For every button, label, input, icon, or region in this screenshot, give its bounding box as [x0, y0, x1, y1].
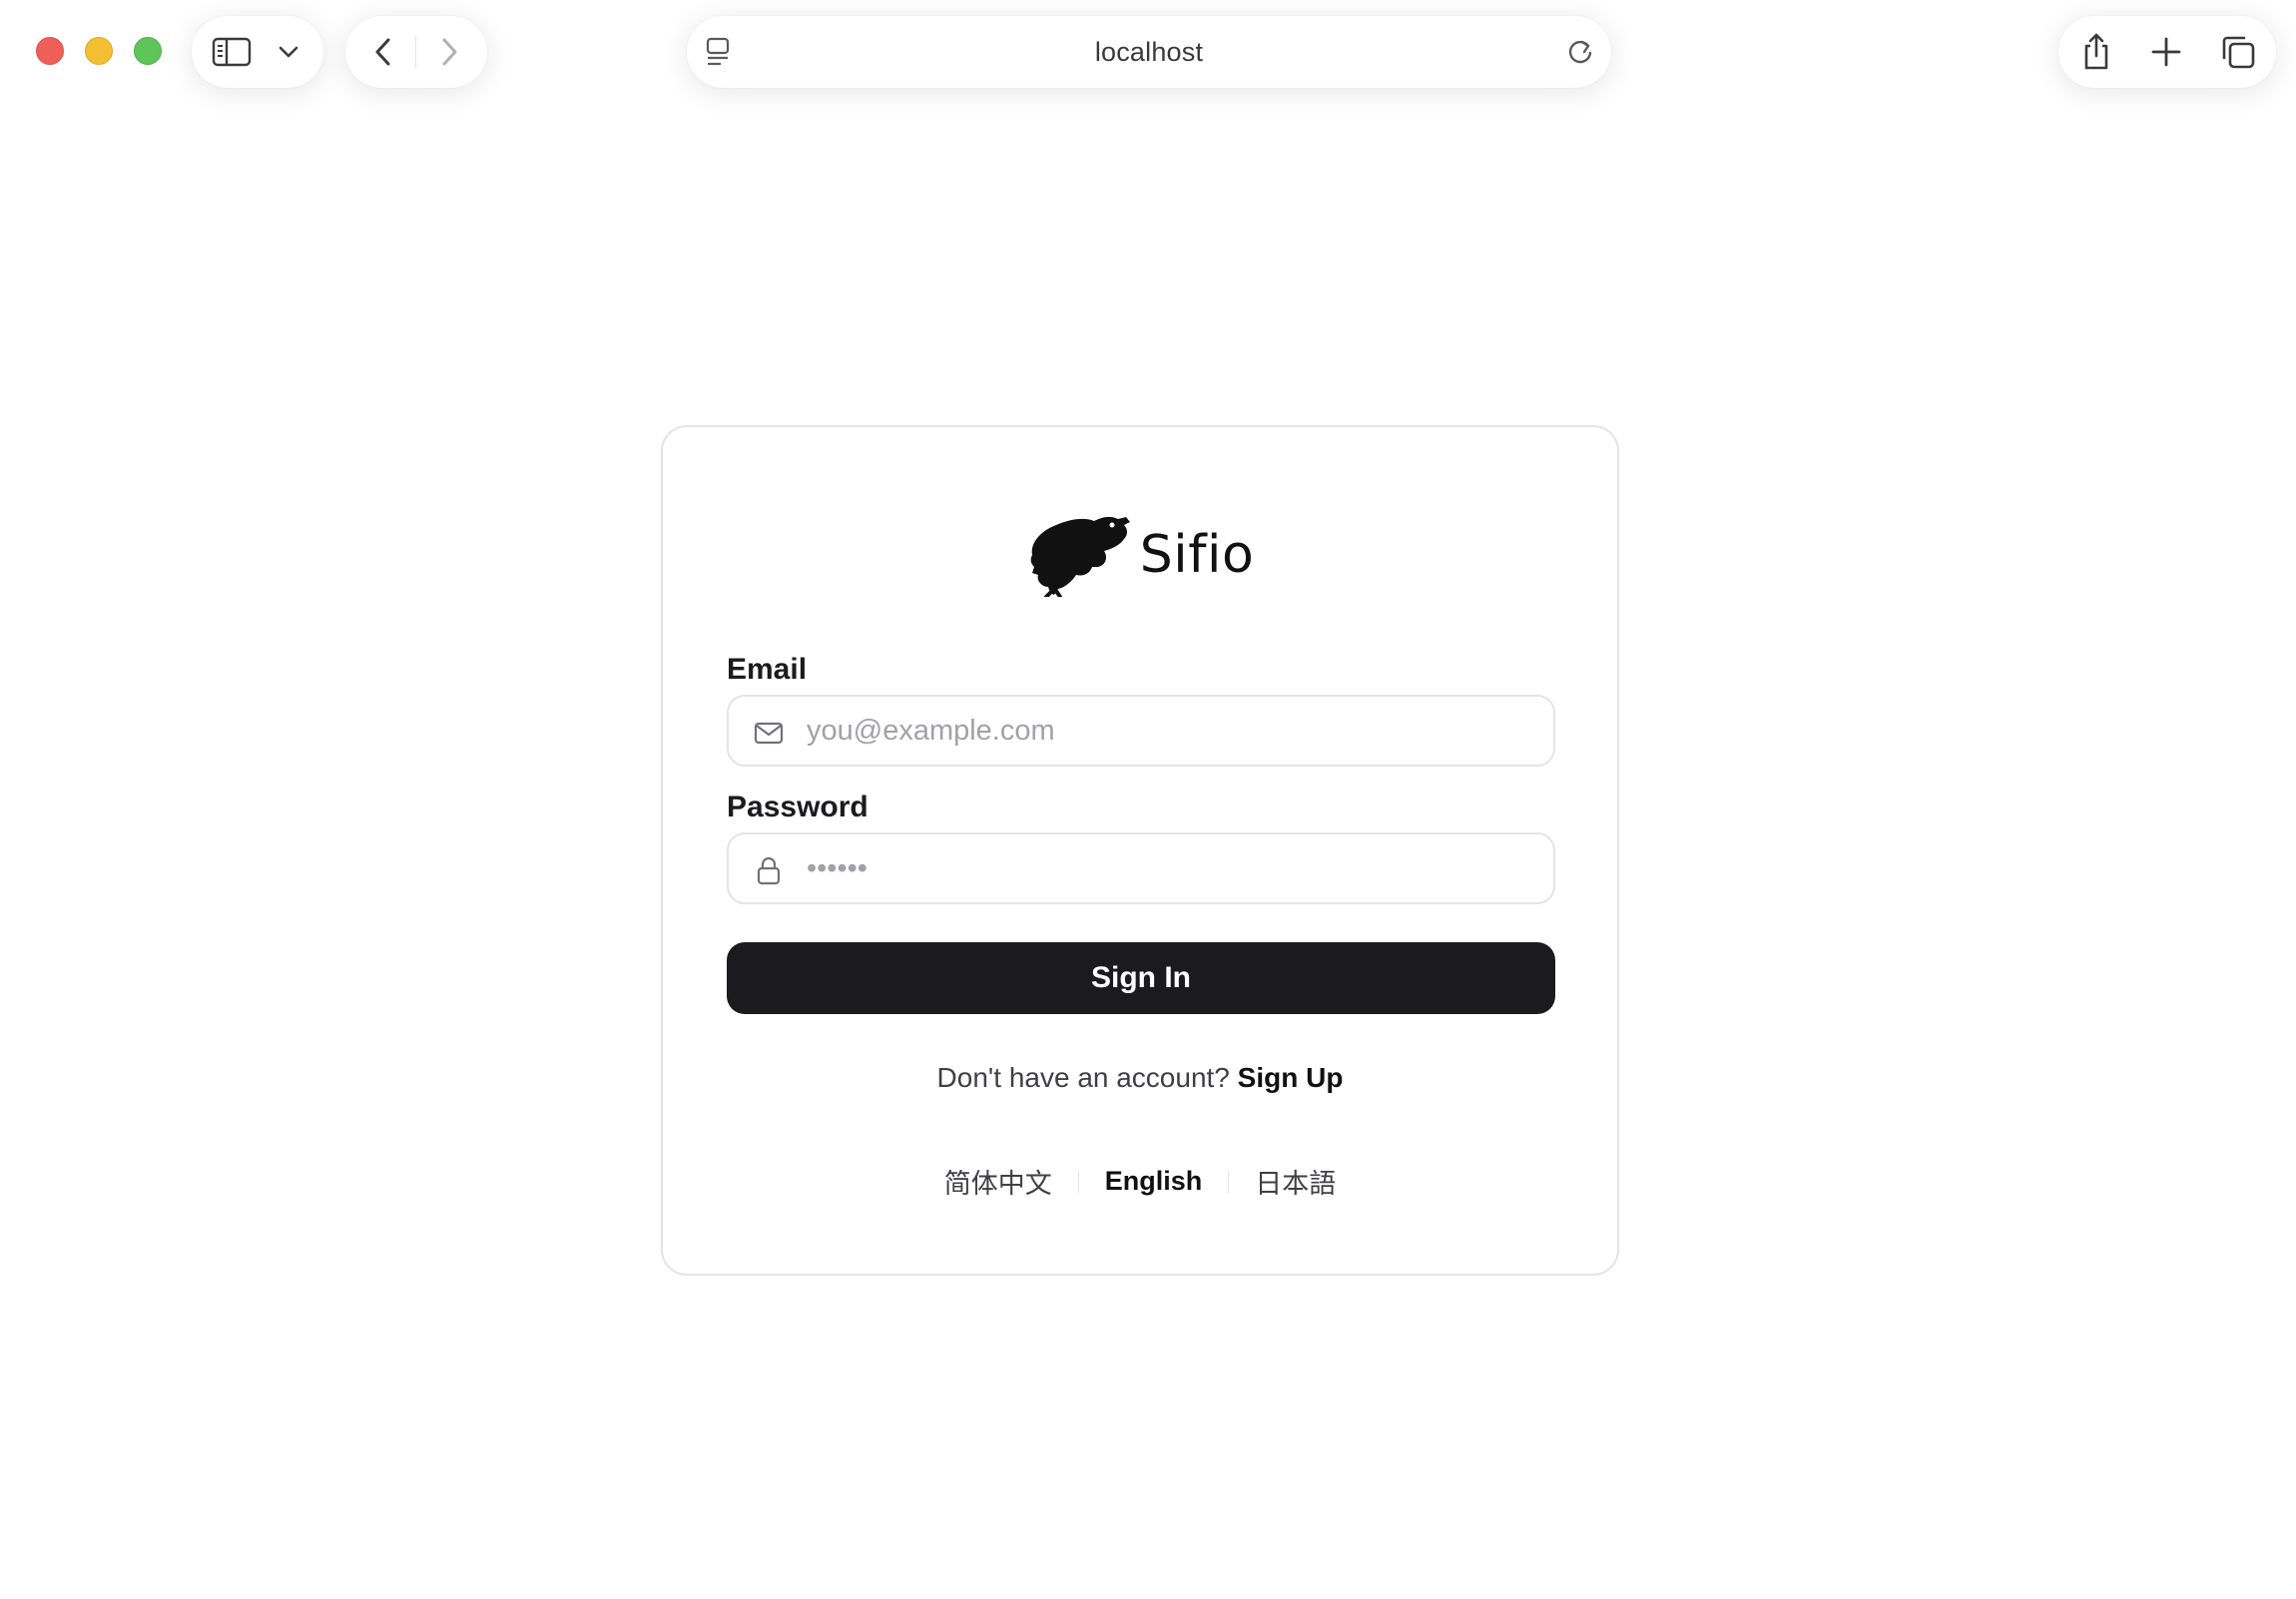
- email-label: Email: [727, 653, 808, 686]
- navigation-group: [345, 16, 487, 88]
- mail-icon: [753, 717, 785, 749]
- password-label: Password: [727, 791, 868, 823]
- lock-icon: [753, 854, 785, 886]
- signup-prompt-text: Don't have an account?: [936, 1062, 1230, 1093]
- login-card: Sifio Email Password Sign In Don't have …: [661, 425, 1619, 1276]
- chevron-down-icon[interactable]: [274, 38, 303, 66]
- password-input[interactable]: [807, 834, 1533, 902]
- window-maximize-button[interactable]: [134, 37, 162, 65]
- language-option-en[interactable]: English: [1079, 1166, 1229, 1197]
- email-input[interactable]: [807, 697, 1533, 765]
- brand-logo: Sifio: [663, 507, 1617, 603]
- sign-up-link[interactable]: Sign Up: [1238, 1062, 1344, 1093]
- window-close-button[interactable]: [36, 37, 64, 65]
- plus-icon[interactable]: [2148, 34, 2184, 70]
- url-text[interactable]: localhost: [687, 16, 1611, 88]
- nav-divider: [415, 36, 416, 68]
- language-option-ja[interactable]: 日本語: [1229, 1162, 1362, 1201]
- address-bar[interactable]: localhost: [687, 16, 1611, 88]
- email-field[interactable]: [727, 695, 1555, 767]
- chevron-right-icon[interactable]: [431, 34, 467, 70]
- share-icon[interactable]: [2076, 30, 2116, 74]
- sidebar-control-group: [192, 16, 323, 88]
- window-minimize-button[interactable]: [85, 37, 113, 65]
- window-controls: [36, 37, 162, 65]
- language-switcher: 简体中文 English 日本語: [663, 1162, 1617, 1201]
- brand-name: Sifio: [1139, 525, 1255, 585]
- tabs-overview-icon[interactable]: [2218, 32, 2258, 72]
- language-option-zh[interactable]: 简体中文: [918, 1162, 1078, 1201]
- toolbar-actions-group: [2058, 16, 2276, 88]
- sidebar-icon[interactable]: [212, 34, 252, 70]
- chevron-left-icon[interactable]: [365, 34, 401, 70]
- browser-toolbar: localhost: [0, 0, 2296, 110]
- reload-icon[interactable]: [1563, 36, 1597, 68]
- signup-prompt-row: Don't have an account? Sign Up: [663, 1062, 1617, 1094]
- frog-logo-icon: [1026, 509, 1134, 602]
- sign-in-button[interactable]: Sign In: [727, 942, 1555, 1014]
- password-field[interactable]: [727, 832, 1555, 904]
